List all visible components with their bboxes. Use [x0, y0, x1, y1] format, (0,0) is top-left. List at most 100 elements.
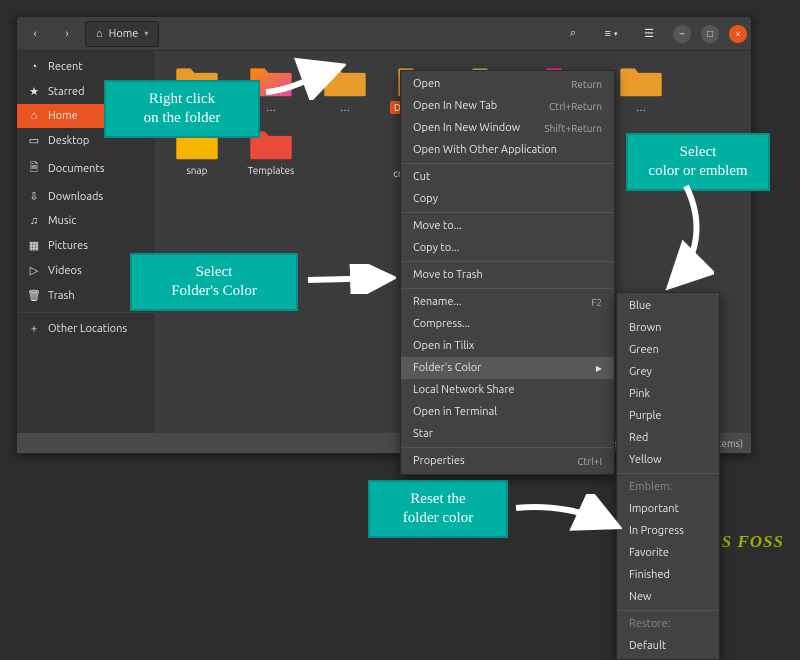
menu-item[interactable]: Open With Other Application: [401, 139, 614, 161]
nav-forward-button[interactable]: ›: [53, 21, 81, 47]
color-option[interactable]: Red: [617, 427, 719, 449]
pictures-icon: ▦: [27, 239, 41, 252]
menu-item-label: Move to...: [413, 220, 462, 232]
menu-item[interactable]: Properties Ctrl+I: [401, 450, 614, 472]
video-icon: ▷: [27, 264, 41, 277]
menu-item[interactable]: Copy: [401, 188, 614, 210]
menu-item[interactable]: Compress...: [401, 313, 614, 335]
menu-item-label: Star: [413, 428, 433, 440]
sidebar-item-label: Other Locations: [48, 323, 127, 335]
annotation-reset-color: Reset the folder color: [368, 480, 508, 538]
menu-separator: [401, 163, 614, 164]
sidebar-item-documents[interactable]: 🗎 Documents: [17, 153, 155, 184]
sidebar-item-label: Music: [48, 215, 76, 227]
color-option[interactable]: Pink: [617, 383, 719, 405]
menu-item[interactable]: Open in Tilix: [401, 335, 614, 357]
view-mode-button[interactable]: ≡ ▾: [591, 21, 631, 47]
color-option[interactable]: Green: [617, 339, 719, 361]
menu-item[interactable]: Cut: [401, 166, 614, 188]
folder-label: Templates: [244, 164, 299, 177]
arrow-icon: [512, 494, 622, 534]
emblem-option[interactable]: New: [617, 586, 719, 608]
menu-item-label: New: [629, 591, 651, 603]
clock-icon: ◔: [27, 61, 41, 73]
menu-item-shortcut: Shift+Return: [544, 123, 602, 134]
menu-item[interactable]: Move to Trash: [401, 264, 614, 286]
color-option[interactable]: Blue: [617, 295, 719, 317]
color-option[interactable]: Brown: [617, 317, 719, 339]
sidebar-item-label: Desktop: [48, 135, 89, 147]
menu-item[interactable]: OpenReturn: [401, 73, 614, 95]
folder-label: …: [632, 101, 650, 114]
home-icon: ⌂: [27, 110, 41, 122]
menu-item-label: Grey: [629, 366, 652, 378]
submenu-section-header: Restore:: [617, 613, 719, 635]
sidebar-divider: [17, 312, 155, 313]
folder-label: …: [262, 101, 280, 114]
sidebar-item-label: Documents: [48, 163, 105, 175]
menu-item-label: Properties: [413, 455, 465, 467]
menu-item-label: Purple: [629, 410, 661, 422]
menu-separator: [401, 212, 614, 213]
sidebar-item-label: Recent: [48, 61, 83, 73]
menu-item[interactable]: Move to...: [401, 215, 614, 237]
sidebar-item-music[interactable]: ♫ Music: [17, 209, 155, 233]
menu-item[interactable]: Star: [401, 423, 614, 445]
maximize-button[interactable]: □: [701, 25, 719, 43]
menu-item-shortcut: Return: [571, 79, 602, 90]
menu-item[interactable]: Open In New TabCtrl+Return: [401, 95, 614, 117]
minimize-button[interactable]: –: [673, 25, 691, 43]
emblem-option[interactable]: Important: [617, 498, 719, 520]
search-button[interactable]: ⌕: [559, 21, 587, 47]
folder-color-submenu: BlueBrownGreenGreyPinkPurpleRedYellowEmb…: [616, 292, 720, 660]
menu-item-label: Pink: [629, 388, 650, 400]
menu-item-label: Open In New Window: [413, 122, 520, 134]
document-icon: 🗎: [27, 159, 41, 178]
breadcrumb[interactable]: ⌂ Home ▾: [85, 21, 159, 47]
trash-icon: 🗑: [27, 289, 41, 302]
menu-icon: ☰: [644, 27, 654, 40]
menu-item-label: Rename...: [413, 296, 462, 308]
color-option[interactable]: Yellow: [617, 449, 719, 471]
hamburger-menu-button[interactable]: ☰: [635, 21, 663, 47]
menu-item-label: Open In New Tab: [413, 100, 497, 112]
music-icon: ♫: [27, 215, 41, 227]
sidebar-item-label: Downloads: [48, 191, 103, 203]
menu-item[interactable]: Rename...F2: [401, 291, 614, 313]
menu-item[interactable]: Copy to...: [401, 237, 614, 259]
emblem-option[interactable]: Finished: [617, 564, 719, 586]
menu-item[interactable]: Open in Terminal: [401, 401, 614, 423]
color-option[interactable]: Purple: [617, 405, 719, 427]
chevron-right-icon: ›: [60, 28, 74, 40]
annotation-select-folders-color: Select Folder's Color: [130, 253, 298, 311]
emblem-option[interactable]: In Progress: [617, 520, 719, 542]
menu-item-label: Brown: [629, 322, 661, 334]
nav-back-button[interactable]: ‹: [21, 21, 49, 47]
menu-item-label: Yellow: [629, 454, 662, 466]
emblem-option[interactable]: Favorite: [617, 542, 719, 564]
menu-item[interactable]: Local Network Share: [401, 379, 614, 401]
menu-separator: [617, 610, 719, 611]
maximize-icon: □: [707, 28, 713, 40]
sidebar-item-recent[interactable]: ◔ Recent: [17, 55, 155, 79]
folder-item[interactable]: …: [605, 59, 677, 118]
plus-icon: +: [27, 323, 41, 335]
sidebar-item-label: Home: [48, 110, 78, 122]
menu-item-label: Open in Terminal: [413, 406, 497, 418]
menu-item[interactable]: Open In New Window Shift+Return: [401, 117, 614, 139]
menu-item-label: Folder's Color: [413, 362, 481, 374]
arrow-icon: [262, 56, 346, 100]
menu-item-label: In Progress: [629, 525, 684, 537]
color-option[interactable]: Grey: [617, 361, 719, 383]
sidebar-item-downloads[interactable]: ⇩Downloads: [17, 184, 155, 209]
restore-option[interactable]: Default: [617, 635, 719, 657]
menu-item[interactable]: Folder's Color ▶: [401, 357, 614, 379]
menu-item-label: Open in Tilix: [413, 340, 474, 352]
close-button[interactable]: ×: [729, 25, 747, 43]
menu-separator: [401, 261, 614, 262]
menu-item-label: Important: [629, 503, 679, 515]
sidebar-item-other-locations[interactable]: + Other Locations: [17, 317, 155, 341]
menu-item-shortcut: Ctrl+I: [577, 456, 602, 467]
chevron-down-icon: ▾: [614, 30, 618, 38]
chevron-right-icon: ▶: [596, 364, 602, 373]
